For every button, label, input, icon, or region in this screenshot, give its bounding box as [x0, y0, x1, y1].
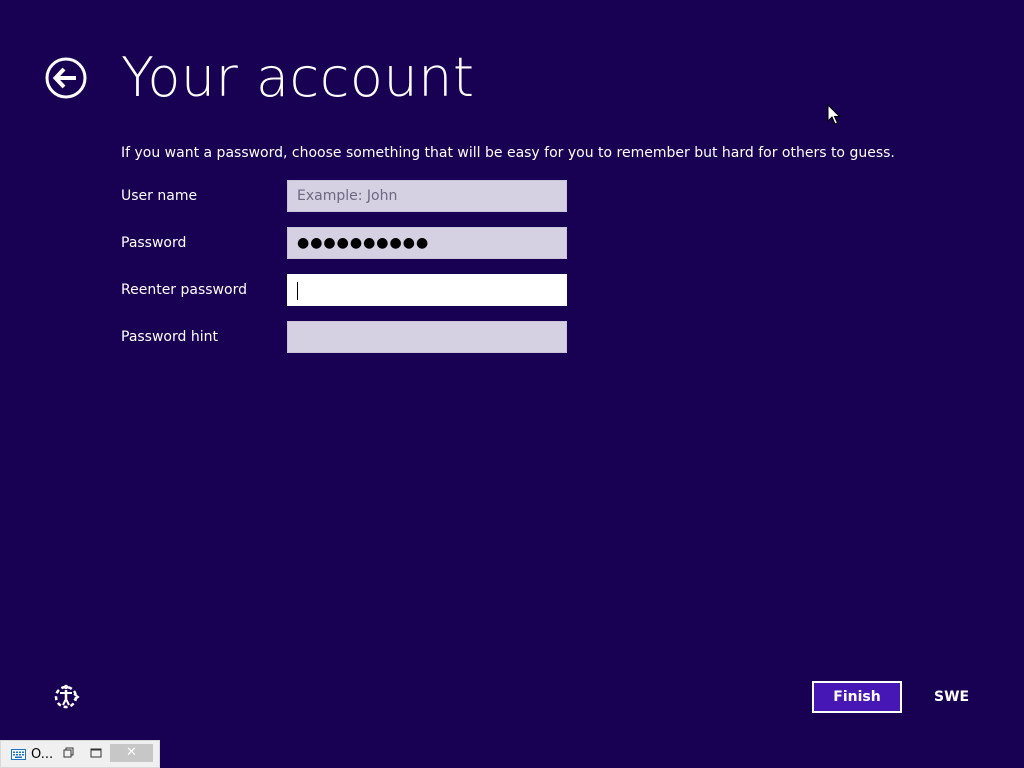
ease-of-access-icon[interactable]	[52, 683, 80, 711]
form-row-reenter-password: Reenter password	[121, 274, 567, 306]
form-row-user-name: User name Example: John	[121, 180, 567, 212]
mouse-pointer-icon	[827, 104, 841, 125]
password-hint-label: Password hint	[121, 329, 218, 345]
password-input[interactable]: ●●●●●●●●●●	[287, 227, 567, 259]
language-indicator[interactable]: SWE	[934, 688, 969, 706]
password-hint-input[interactable]	[287, 321, 567, 353]
minimized-window-bar[interactable]: O... ✕	[0, 740, 160, 768]
password-label: Password	[121, 235, 187, 251]
close-icon: ✕	[126, 745, 137, 760]
form-row-password: Password ●●●●●●●●●●	[121, 227, 567, 259]
keyboard-icon	[11, 749, 26, 760]
text-caret	[297, 282, 298, 300]
form-row-password-hint: Password hint	[121, 321, 567, 353]
back-button[interactable]	[45, 57, 87, 99]
window-title: O...	[31, 747, 54, 762]
maximize-icon[interactable]	[89, 746, 103, 760]
close-button[interactable]: ✕	[110, 744, 153, 762]
instructions-text: If you want a password, choose something…	[121, 145, 895, 161]
restore-icon[interactable]	[62, 746, 76, 760]
user-name-input[interactable]: Example: John	[287, 180, 567, 212]
finish-button[interactable]: Finish	[812, 681, 902, 713]
page-title: Your account	[121, 46, 475, 109]
reenter-password-label: Reenter password	[121, 282, 247, 298]
back-arrow-icon	[45, 57, 87, 99]
user-name-label: User name	[121, 188, 198, 204]
reenter-password-input[interactable]	[287, 274, 567, 306]
